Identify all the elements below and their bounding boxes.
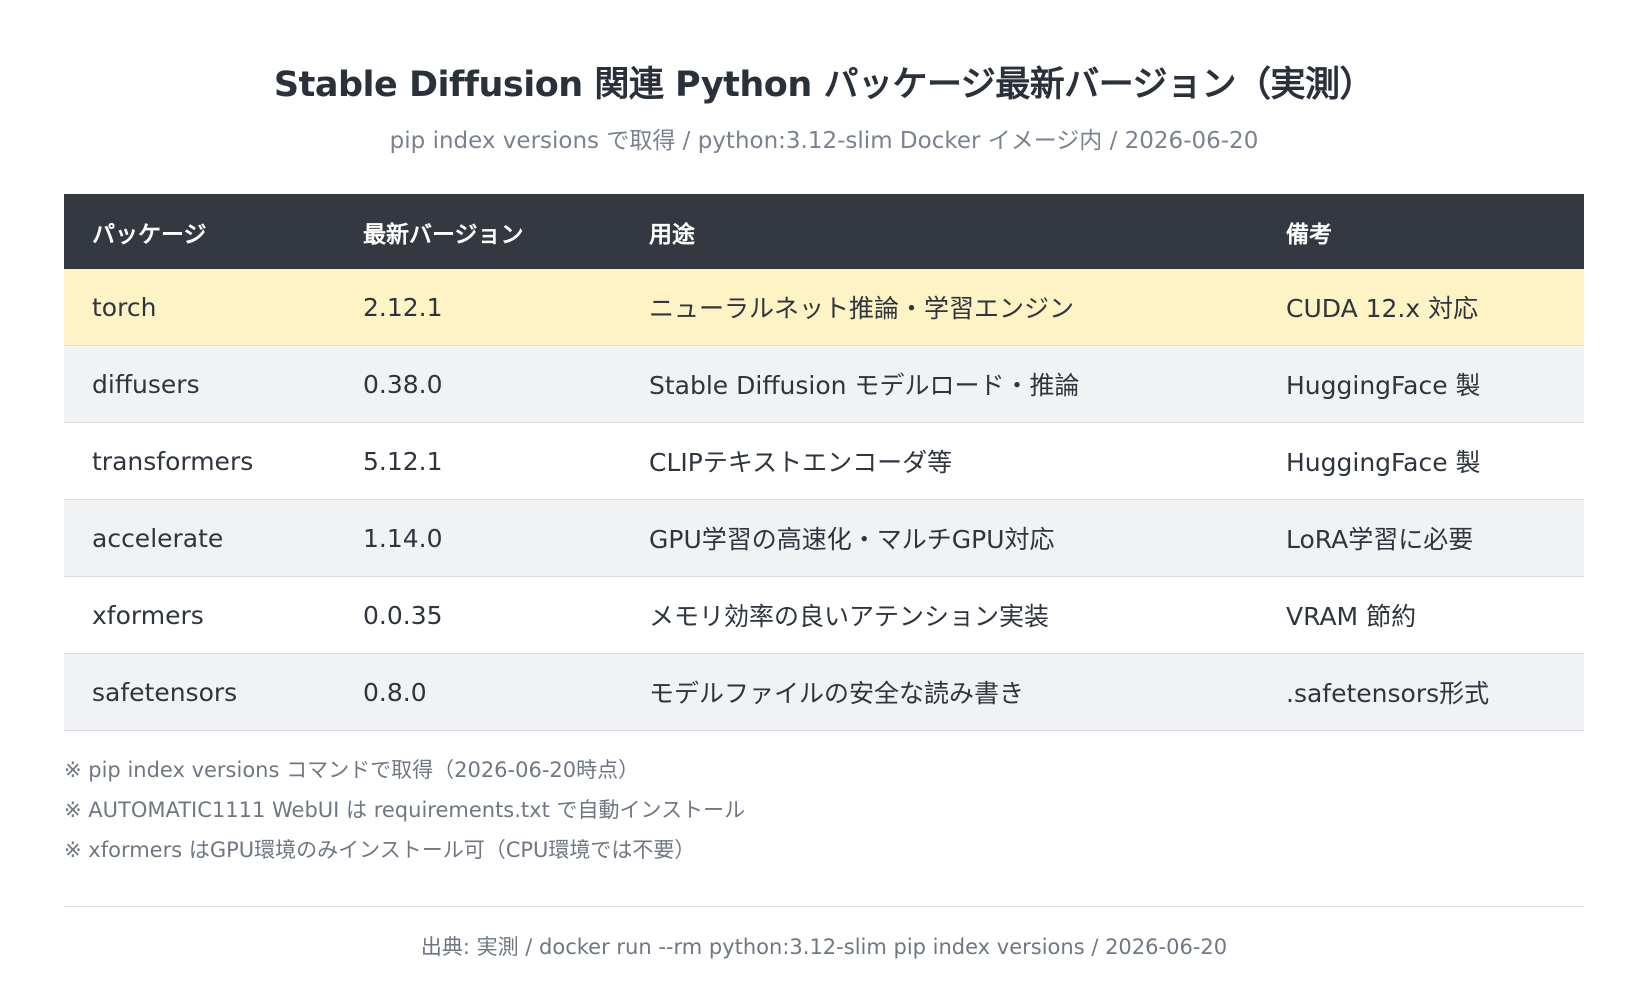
cell-package: accelerate: [64, 499, 335, 577]
table-header-row: パッケージ 最新バージョン 用途 備考: [64, 194, 1584, 269]
footnotes: ※ pip index versions コマンドで取得（2026-06-20時…: [64, 757, 1584, 877]
cell-package: torch: [64, 269, 335, 346]
footnote: ※ xformers はGPU環境のみインストール可（CPU環境では不要）: [64, 838, 696, 862]
cell-note: VRAM 節約: [1258, 576, 1584, 654]
cell-purpose: メモリ効率の良いアテンション実装: [621, 576, 1258, 654]
document-page: Stable Diffusion 関連 Python パッケージ最新バージョン（…: [64, 0, 1584, 996]
cell-version: 0.38.0: [335, 345, 621, 423]
source-citation: 出典: 実測 / docker run --rm python:3.12-sli…: [420, 935, 1228, 959]
cell-package: diffusers: [64, 345, 335, 423]
table-row: xformers 0.0.35 メモリ効率の良いアテンション実装 VRAM 節約: [64, 576, 1584, 654]
cell-note: LoRA学習に必要: [1258, 499, 1584, 577]
footnote: ※ AUTOMATIC1111 WebUI は requirements.txt…: [64, 798, 746, 822]
cell-purpose: GPU学習の高速化・マルチGPU対応: [621, 499, 1258, 577]
cell-package: transformers: [64, 422, 335, 500]
cell-version: 0.8.0: [335, 653, 621, 731]
cell-package: xformers: [64, 576, 335, 654]
cell-note: HuggingFace 製: [1258, 422, 1584, 500]
column-header-package: パッケージ: [64, 194, 335, 269]
column-header-purpose: 用途: [621, 194, 1258, 269]
cell-version: 0.0.35: [335, 576, 621, 654]
column-header-version: 最新バージョン: [335, 194, 621, 269]
table-row: safetensors 0.8.0 モデルファイルの安全な読み書き .safet…: [64, 653, 1584, 731]
cell-package: safetensors: [64, 653, 335, 731]
cell-version: 2.12.1: [335, 269, 621, 346]
cell-purpose: モデルファイルの安全な読み書き: [621, 653, 1258, 731]
table-row: transformers 5.12.1 CLIPテキストエンコーダ等 Huggi…: [64, 422, 1584, 500]
table-row: torch 2.12.1 ニューラルネット推論・学習エンジン CUDA 12.x…: [64, 269, 1584, 346]
cell-purpose: CLIPテキストエンコーダ等: [621, 422, 1258, 500]
cell-purpose: Stable Diffusion モデルロード・推論: [621, 345, 1258, 423]
table-row: diffusers 0.38.0 Stable Diffusion モデルロード…: [64, 345, 1584, 423]
footnote: ※ pip index versions コマンドで取得（2026-06-20時…: [64, 758, 640, 782]
cell-note: CUDA 12.x 対応: [1258, 269, 1584, 346]
cell-version: 1.14.0: [335, 499, 621, 577]
cell-purpose: ニューラルネット推論・学習エンジン: [621, 269, 1258, 346]
page-title: Stable Diffusion 関連 Python パッケージ最新バージョン（…: [273, 65, 1375, 105]
page-subtitle: pip index versions で取得 / python:3.12-sli…: [389, 128, 1259, 154]
package-table: パッケージ 最新バージョン 用途 備考 torch 2.12.1 ニューラルネッ…: [64, 194, 1584, 731]
cell-note: .safetensors形式: [1258, 653, 1584, 731]
divider: [64, 906, 1584, 907]
cell-version: 5.12.1: [335, 422, 621, 500]
cell-note: HuggingFace 製: [1258, 345, 1584, 423]
column-header-note: 備考: [1258, 194, 1584, 269]
table-row: accelerate 1.14.0 GPU学習の高速化・マルチGPU対応 LoR…: [64, 499, 1584, 577]
